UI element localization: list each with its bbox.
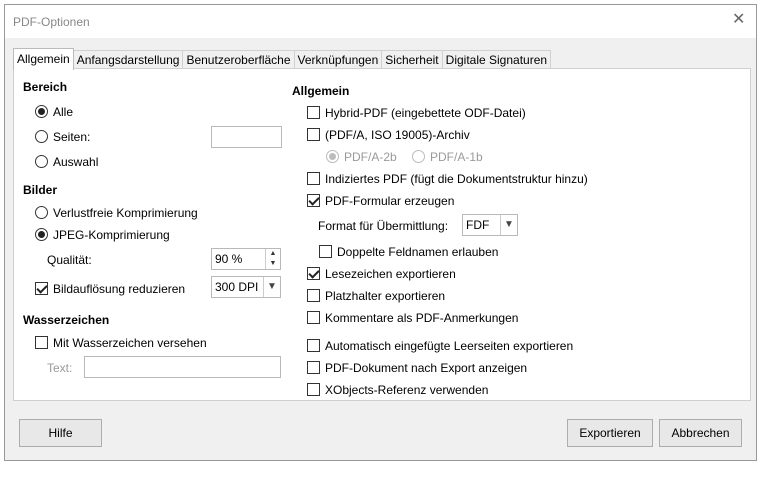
chevron-down-icon[interactable]: ▼ [263,277,280,297]
check-pdfa[interactable]: (PDF/A, ISO 19005)-Archiv [307,127,470,142]
allgemein-heading: Allgemein [292,84,350,98]
tab-sicherheit[interactable]: Sicherheit [381,50,443,70]
check-formular-box[interactable] [307,194,320,208]
check-leerseiten-box[interactable] [307,339,320,353]
check-bildaufloesung-box[interactable] [35,282,48,296]
tab-allgemein[interactable]: Allgemein [13,48,74,70]
check-pdfa-label: (PDF/A, ISO 19005)-Archiv [325,127,470,142]
seiten-input[interactable] [211,126,282,148]
check-xobjects[interactable]: XObjects-Referenz verwenden [307,382,488,397]
radio-verlustfrei[interactable]: Verlustfreie Komprimierung [35,205,198,220]
tab-bar: Allgemein Anfangsdarstellung Benutzerobe… [13,48,552,70]
check-doppelte[interactable]: Doppelte Feldnamen erlauben [319,244,498,259]
radio-pdfa2b-control[interactable] [326,150,339,164]
check-kommentare[interactable]: Kommentare als PDF-Anmerkungen [307,310,518,325]
tab-panel-allgemein: Bereich Alle Seiten: Auswahl Bilder Verl… [13,68,751,401]
qualitaet-label: Qualität: [47,253,92,267]
check-platzhalter-box[interactable] [307,289,320,303]
check-xobjects-box[interactable] [307,383,320,397]
radio-jpeg-control[interactable] [35,228,48,242]
check-doppelte-box[interactable] [319,245,332,259]
check-formular-label: PDF-Formular erzeugen [325,193,455,208]
tab-verknuepfungen[interactable]: Verknüpfungen [293,50,383,70]
dpi-value: 300 DPI [215,280,259,294]
format-value: FDF [466,218,490,232]
radio-jpeg[interactable]: JPEG-Komprimierung [35,227,170,242]
radio-verlustfrei-label: Verlustfreie Komprimierung [53,205,198,220]
wasserzeichen-heading: Wasserzeichen [23,313,110,327]
check-doppelte-label: Doppelte Feldnamen erlauben [337,244,499,259]
chevron-down-icon[interactable]: ▼ [500,215,517,235]
abbrechen-button[interactable]: Abbrechen [659,419,742,447]
radio-pdfa1b-label: PDF/A-1b [430,149,483,164]
check-lesezeichen-label: Lesezeichen exportieren [325,266,456,281]
radio-seiten-label: Seiten: [53,129,91,144]
radio-pdfa1b-control[interactable] [412,150,425,164]
radio-verlustfrei-control[interactable] [35,206,48,220]
check-pdfa-box[interactable] [307,128,320,142]
qualitaet-value: 90 % [215,252,243,266]
pdf-options-dialog: PDF-Optionen ✕ Allgemein Anfangsdarstell… [4,4,757,461]
tab-anfangsdarstellung[interactable]: Anfangsdarstellung [72,50,184,70]
check-anzeigen-box[interactable] [307,361,320,375]
check-platzhalter[interactable]: Platzhalter exportieren [307,288,445,303]
check-anzeigen[interactable]: PDF-Dokument nach Export anzeigen [307,360,527,375]
check-bildaufloesung-label: Bildauflösung reduzieren [53,281,186,296]
tab-digitale-signaturen[interactable]: Digitale Signaturen [441,50,552,70]
radio-alle-label: Alle [53,104,74,119]
wasserzeichen-text-input[interactable] [84,356,281,378]
check-lesezeichen[interactable]: Lesezeichen exportieren [307,266,456,281]
format-combobox[interactable]: FDF ▼ [462,214,518,236]
check-indiziert-label: Indiziertes PDF (fügt die Dokumentstrukt… [325,171,588,186]
check-wasserzeichen[interactable]: Mit Wasserzeichen versehen [35,335,207,350]
spin-down-icon[interactable]: ▼ [266,259,280,269]
bilder-heading: Bilder [23,183,58,197]
check-formular[interactable]: PDF-Formular erzeugen [307,193,454,208]
check-lesezeichen-box[interactable] [307,267,320,281]
check-indiziert[interactable]: Indiziertes PDF (fügt die Dokumentstrukt… [307,171,588,186]
spin-up-icon[interactable]: ▲ [266,249,280,259]
tab-benutzeroberflaeche[interactable]: Benutzeroberfläche [182,50,295,70]
exportieren-button[interactable]: Exportieren [567,419,653,447]
radio-auswahl-label: Auswahl [53,154,99,169]
check-anzeigen-label: PDF-Dokument nach Export anzeigen [325,360,528,375]
check-kommentare-box[interactable] [307,311,320,325]
window-title: PDF-Optionen [13,15,90,29]
hilfe-button[interactable]: Hilfe [19,419,102,447]
wasserzeichen-text-label: Text: [47,361,73,375]
check-hybrid-label: Hybrid-PDF (eingebettete ODF-Datei) [325,105,526,120]
radio-pdfa2b-label: PDF/A-2b [344,149,397,164]
bereich-heading: Bereich [23,80,68,94]
radio-seiten[interactable]: Seiten: [35,129,90,144]
qualitaet-spin-buttons: ▲ ▼ [265,249,280,269]
check-leerseiten-label: Automatisch eingefügte Leerseiten export… [325,338,574,353]
radio-auswahl-control[interactable] [35,155,48,169]
check-platzhalter-label: Platzhalter exportieren [325,288,446,303]
radio-pdfa2b[interactable]: PDF/A-2b [326,149,397,164]
radio-alle-control[interactable] [35,105,48,119]
close-icon[interactable]: ✕ [732,12,746,28]
radio-pdfa1b[interactable]: PDF/A-1b [412,149,483,164]
title-bar: PDF-Optionen ✕ [5,5,756,38]
check-xobjects-label: XObjects-Referenz verwenden [325,382,489,397]
check-wasserzeichen-box[interactable] [35,336,48,350]
check-wasserzeichen-label: Mit Wasserzeichen versehen [53,335,207,350]
radio-auswahl[interactable]: Auswahl [35,154,98,169]
check-hybrid-box[interactable] [307,106,320,120]
check-indiziert-box[interactable] [307,172,320,186]
check-bildaufloesung[interactable]: Bildauflösung reduzieren [35,281,185,296]
check-hybrid[interactable]: Hybrid-PDF (eingebettete ODF-Datei) [307,105,526,120]
radio-jpeg-label: JPEG-Komprimierung [53,227,170,242]
radio-seiten-control[interactable] [35,130,48,144]
qualitaet-spinbox[interactable]: 90 % ▲ ▼ [211,248,281,270]
check-kommentare-label: Kommentare als PDF-Anmerkungen [325,310,519,325]
check-leerseiten[interactable]: Automatisch eingefügte Leerseiten export… [307,338,573,353]
dpi-combobox[interactable]: 300 DPI ▼ [211,276,281,298]
radio-alle[interactable]: Alle [35,104,73,119]
format-label: Format für Übermittlung: [318,219,449,233]
